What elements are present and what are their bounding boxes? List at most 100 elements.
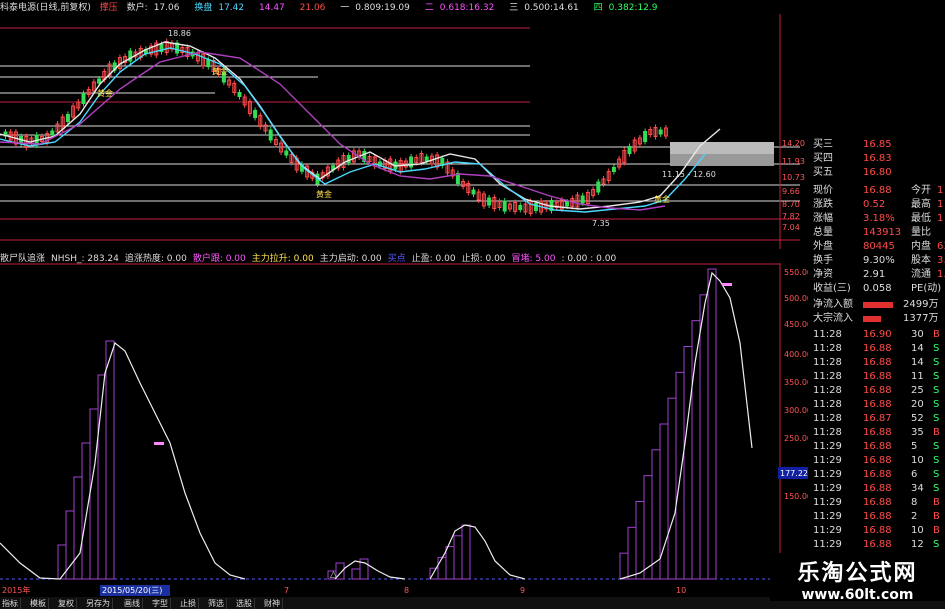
candle-body	[253, 110, 258, 118]
quote-cell: 11:29	[813, 525, 842, 536]
value-tick: 550.00	[784, 268, 808, 277]
indicator-chart[interactable]: △ 550.00 500.00 450.00 400.00 350.00 300…	[0, 263, 808, 597]
quote-row: 11:28 16.90 30 B	[807, 328, 945, 342]
candle-body	[627, 146, 632, 154]
step-bar	[707, 268, 717, 580]
candle-body	[596, 181, 601, 193]
quote-row: 外盘 80445 内盘 63	[807, 240, 945, 254]
quote-row: 11:28 16.87 52 S	[807, 412, 945, 426]
quote-cell: 0.058	[863, 283, 892, 294]
header-item: 数户: 17.06	[126, 3, 180, 13]
quote-cell: 16.88	[863, 483, 892, 494]
quote-row: 净流入额 2499万	[807, 298, 945, 312]
bottom-tab[interactable]: 模板	[28, 598, 49, 609]
price-tick: 11.93	[782, 157, 805, 166]
step-bar	[73, 476, 83, 580]
quote-row: 11:28 16.88 20 S	[807, 398, 945, 412]
quote-cell: 总量	[813, 227, 833, 238]
bottom-tab[interactable]: 字型	[150, 598, 171, 609]
bottom-tab[interactable]: 财神	[262, 598, 283, 609]
peak-price-label: 18.86	[168, 29, 191, 38]
quote-cell: B	[933, 329, 940, 340]
quote-cell: 11:28	[813, 399, 842, 410]
quote-cell: 16.88	[863, 525, 892, 536]
quote-cell: S	[933, 539, 940, 550]
step-bar	[89, 408, 99, 580]
step-bar	[619, 552, 629, 580]
quote-cell: 10	[911, 455, 924, 466]
step-bar	[437, 556, 447, 580]
price-tick: 14.20	[782, 139, 805, 148]
step-bars	[57, 268, 717, 580]
price-tick: 10.73	[782, 173, 805, 182]
support-pressure-label: 撑压	[99, 3, 118, 13]
step-bar	[643, 475, 653, 580]
quote-cell: 25	[911, 385, 924, 396]
bottom-tab[interactable]: 止损	[178, 598, 199, 609]
quote-cell: 5	[911, 441, 918, 452]
quote-cell: 最高	[911, 199, 931, 210]
quote-cell: 16.80	[863, 167, 892, 178]
quote-cell: 16.88	[863, 371, 892, 382]
candle-body	[409, 156, 414, 168]
bottom-tab[interactable]: 选股	[234, 598, 255, 609]
step-bar	[627, 526, 637, 580]
quote-cell: 52	[911, 413, 924, 424]
quote-cell: 11:28	[813, 385, 842, 396]
month-label: 10	[676, 586, 686, 595]
candle-body	[268, 129, 273, 141]
quote-cell: 外盘	[813, 241, 833, 252]
step-bar	[57, 544, 67, 580]
quote-cell: 流通	[911, 269, 931, 280]
quote-cell: 143913	[863, 227, 902, 238]
quote-cell: 16.85	[863, 139, 892, 150]
quote-cell: 2	[911, 511, 918, 522]
bottom-tab[interactable]: 指标	[0, 598, 21, 609]
curve-4	[619, 271, 753, 580]
price-tick: 7.82	[782, 212, 800, 221]
ma-line-purple	[0, 51, 666, 211]
candlestick-chart[interactable]: 18.86 黄金 黄金 黄金 黄金 11.15 - 12.60 7.35 14.…	[0, 14, 808, 249]
candle-body	[580, 195, 585, 204]
quote-cell: 1	[937, 199, 944, 210]
quote-row: 11:28 16.88 14 S	[807, 356, 945, 370]
bottom-tab[interactable]: 复权	[56, 598, 77, 609]
quote-cell: 量比	[911, 227, 931, 238]
quote-cell: 30	[911, 329, 924, 340]
quote-row: 现价 16.88 今开 1	[807, 184, 945, 198]
quote-cell: 11:28	[813, 427, 842, 438]
quote-cell: PE(动)	[911, 283, 942, 294]
value-tick: 500.00	[784, 294, 808, 303]
price-tick: 7.04	[782, 223, 800, 232]
triangle-icon: △	[330, 570, 337, 580]
quote-cell: S	[933, 413, 940, 424]
quote-cell: 11:29	[813, 455, 842, 466]
quote-cell: 11:29	[813, 511, 842, 522]
value-tick: 450.00	[784, 320, 808, 329]
curve-2	[334, 560, 406, 580]
quote-cell: S	[933, 357, 940, 368]
quote-row: 11:29 16.88 2 B	[807, 510, 945, 524]
month-label: 8	[404, 586, 409, 595]
candle-series	[3, 38, 668, 217]
bottom-tab[interactable]: 筛选	[206, 598, 227, 609]
quote-cell: 16.88	[863, 511, 892, 522]
quote-row: 涨跌 0.52 最高 1	[807, 198, 945, 212]
quote-cell: 1.5	[937, 269, 945, 280]
quote-cell: 1	[937, 213, 944, 224]
quote-cell: 1377万	[903, 313, 939, 324]
quote-cell: 16.88	[863, 539, 892, 550]
quote-row: 买四 16.83	[807, 152, 945, 166]
quote-cell: 63	[937, 241, 945, 252]
quote-cell: B	[933, 511, 940, 522]
golden-label: 黄金	[316, 189, 332, 199]
candle-body	[50, 130, 55, 136]
quote-cell: 11:28	[813, 371, 842, 382]
quote-cell: 11:29	[813, 497, 842, 508]
bottom-tab[interactable]: 画线	[122, 598, 143, 609]
quote-cell: 今开	[911, 185, 931, 196]
quote-cell: S	[933, 343, 940, 354]
bottom-tab[interactable]: 另存为	[84, 598, 113, 609]
candle-body	[643, 131, 648, 142]
quote-row: 换手 9.30% 股本 3.2	[807, 254, 945, 268]
